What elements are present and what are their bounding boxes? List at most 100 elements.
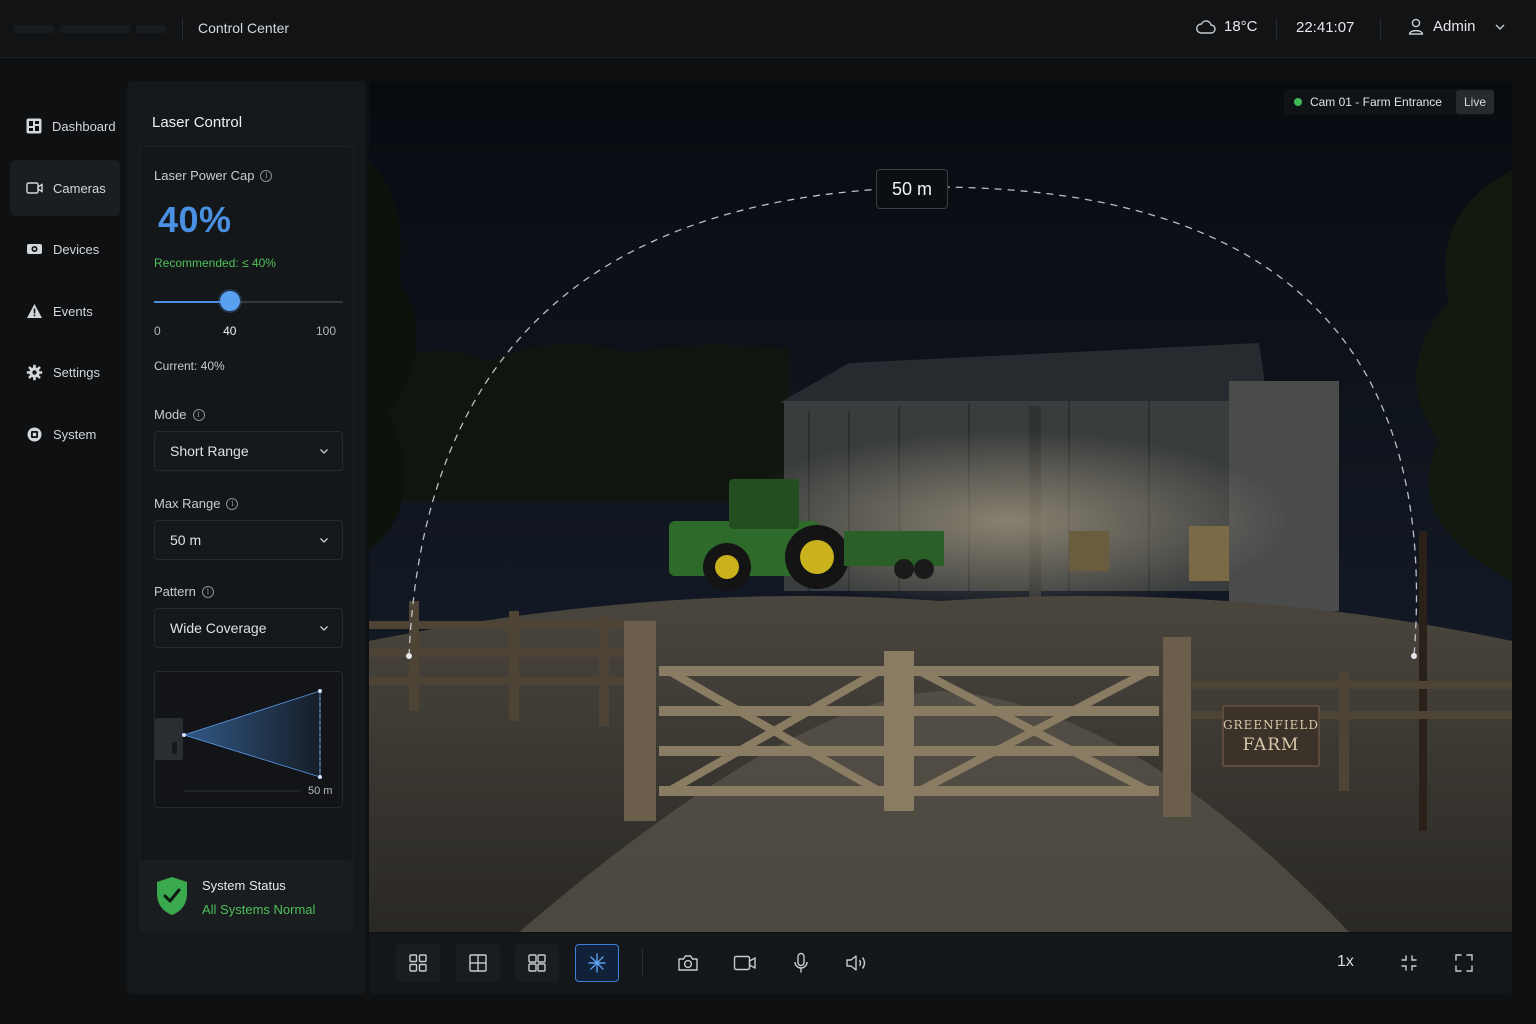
max-range-label: Max Range i [154,496,239,511]
live-badge: Live [1455,90,1494,114]
mode-label: Mode i [154,407,205,422]
slider-value-label: 40 [223,324,237,338]
chevron-down-icon [320,449,328,454]
power-cap-value: 40% [158,199,232,240]
pattern-preview: 50 m [154,671,343,808]
layout-multi-icon [528,954,546,972]
mode-label-text: Mode [154,407,187,422]
clock: 22:41:07 [1296,19,1355,36]
record-icon [733,955,756,971]
beam-cone [182,690,321,778]
top-bar: Control Center 18°C 22:41:07 Admin [0,0,1536,58]
speaker-button[interactable] [835,944,879,982]
speaker-icon [846,955,866,971]
live-status-dot [1293,98,1302,106]
farm-sign-line2: FARM [1242,734,1300,755]
farm-sign-line1: GREENFIELD [1222,717,1320,732]
toolbar-divider [642,949,643,977]
camera-name: Cam 01 - Farm Entrance [1309,95,1442,109]
fullscreen-icon [1455,954,1473,972]
info-icon[interactable]: i [226,497,239,510]
power-cap-slider[interactable] [154,291,343,311]
zoom-level[interactable]: 1x [1337,953,1354,971]
warning-icon [27,304,42,318]
collapse-icon [1401,955,1417,971]
info-icon[interactable]: i [260,169,273,182]
fullscreen-button[interactable] [1442,944,1486,982]
sidebar-item-cameras[interactable]: Cameras [10,160,120,216]
sidebar-item-label: Cameras [53,180,106,196]
pattern-value: Wide Coverage [170,620,267,636]
max-range-value: 50 m [170,532,202,548]
app-title: Control Center [198,20,290,36]
system-status-message: All Systems Normal [202,902,316,917]
laser-toggle-button[interactable] [575,944,619,982]
camera-toolbar: 1x [369,933,1512,994]
microphone-icon [794,952,808,973]
cloud-icon [1196,19,1216,34]
temperature: 18°C [1224,18,1258,35]
sidebar-item-label: Settings [53,364,100,380]
panel-title: Laser Control [152,114,243,131]
fit-view-button[interactable] [1387,944,1431,982]
slider-handle[interactable] [219,291,240,311]
camera-label: Cam 01 - Farm Entrance Live [1283,89,1494,115]
power-cap-label: Laser Power Cap i [154,168,273,183]
slider-min-label: 0 [154,324,161,338]
microphone-button[interactable] [779,944,823,982]
max-range-select[interactable]: 50 m [154,520,343,560]
sidebar-item-devices[interactable]: Devices [10,221,120,277]
system-status-card: System Status All Systems Normal [139,860,354,933]
chevron-down-icon [320,626,328,631]
laser-settings-card: Laser Power Cap i 40% Recommended: ≤ 40%… [139,146,354,920]
user-icon [1408,18,1424,35]
record-button[interactable] [723,944,767,982]
camera-viewport[interactable]: 50 m GREENFIELD FARM Cam 01 - Farm Entra… [369,81,1512,932]
pattern-range-label: 50 m [308,785,333,797]
snapshot-button[interactable] [666,944,710,982]
dashboard-icon [26,118,42,134]
chevron-down-icon [1495,24,1505,30]
pattern-label: Pattern i [154,584,214,599]
sidebar-item-events[interactable]: Events [10,283,120,339]
power-current: Current: 40% [154,359,225,373]
layout-multi-button[interactable] [515,944,559,982]
devices-icon [27,244,42,254]
laser-device-shape [155,718,183,760]
mode-select[interactable]: Short Range [154,431,343,471]
info-icon[interactable]: i [201,585,214,598]
sidebar-item-settings[interactable]: Settings [10,344,120,400]
weather-widget: 18°C [1196,18,1258,35]
snapshot-icon [678,955,698,971]
laser-control-panel: Laser Control Laser Power Cap i 40% Reco… [127,81,366,994]
layout-quad-button[interactable] [456,944,500,982]
divider [182,18,183,40]
sidebar-item-label: Events [53,303,93,319]
info-icon[interactable]: i [192,408,205,421]
farm-sign: GREENFIELD FARM [1222,705,1320,767]
laser-icon [588,953,606,973]
layout-single-button[interactable] [396,944,440,982]
shield-check-icon [157,877,187,915]
divider [1380,18,1381,40]
logo [14,14,174,44]
sidebar-item-system[interactable]: System [10,406,120,462]
pattern-label-text: Pattern [154,584,196,599]
slider-max-label: 100 [316,324,337,338]
power-recommendation: Recommended: ≤ 40% [154,256,276,270]
mode-value: Short Range [170,443,249,459]
layout-single-icon [409,954,427,972]
divider [1276,18,1277,40]
power-cap-label-text: Laser Power Cap [154,168,255,183]
sidebar-item-dashboard[interactable]: Dashboard [10,98,120,154]
max-range-label-text: Max Range [154,496,221,511]
chevron-down-icon [320,538,328,543]
layout-quad-icon [469,954,487,972]
range-overlay-label: 50 m [876,169,948,209]
user-menu[interactable]: Admin [1408,18,1507,35]
pattern-select[interactable]: Wide Coverage [154,608,343,648]
camera-icon [26,182,43,194]
user-name: Admin [1433,18,1476,35]
sidebar-item-label: Devices [53,241,100,257]
system-icon [27,427,42,441]
